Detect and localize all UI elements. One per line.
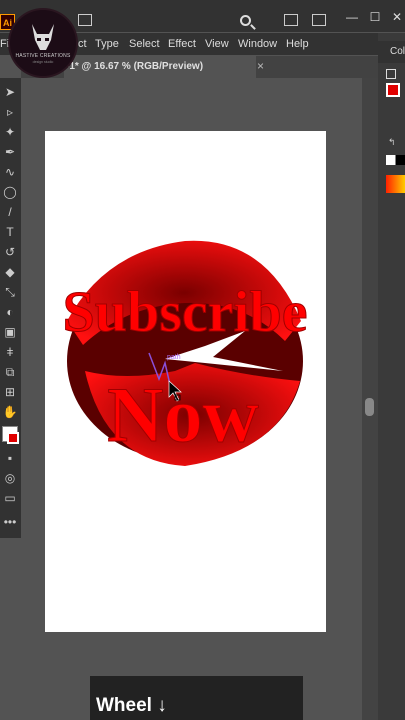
arrange-documents-icon[interactable] — [78, 14, 92, 26]
menu-view[interactable]: View — [205, 38, 229, 50]
menu-type[interactable]: Type — [95, 38, 119, 50]
more-tools-icon[interactable]: ••• — [2, 514, 18, 530]
panel-arrow-icon[interactable]: ↰ — [388, 137, 398, 147]
none-white-black-swatches[interactable] — [386, 155, 405, 165]
top-word: Subscribe — [63, 279, 308, 344]
channel-logo-badge: HASTIVE CREATIONS design studio — [10, 10, 76, 76]
type-tool-icon[interactable]: T — [2, 224, 18, 240]
rotate-tool-icon[interactable]: ↺ — [2, 244, 18, 260]
menu-object[interactable]: ct — [78, 38, 87, 50]
direct-selection-tool-icon[interactable]: ▹ — [2, 104, 18, 120]
color-mode-icon[interactable]: ▪ — [2, 450, 18, 466]
menu-help[interactable]: Help — [286, 38, 309, 50]
panel-icon[interactable] — [312, 14, 326, 26]
devil-mask-icon — [32, 24, 54, 50]
gradient-tool-icon[interactable]: ▣ — [2, 324, 18, 340]
vertical-scrollbar[interactable] — [362, 78, 378, 720]
bottom-word: Now — [107, 371, 259, 458]
selection-tool-icon[interactable]: ➤ — [2, 84, 18, 100]
color-panel-header[interactable]: Col — [378, 41, 405, 63]
menu-select[interactable]: Select — [129, 38, 160, 50]
curvature-tool-icon[interactable]: ∿ — [2, 164, 18, 180]
menu-window[interactable]: Window — [238, 38, 277, 50]
scrollbar-thumb[interactable] — [365, 398, 374, 416]
draw-mode-icon[interactable]: ◎ — [2, 470, 18, 486]
blend-tool-icon[interactable]: ⧉ — [2, 364, 18, 380]
eyedropper-tool-icon[interactable]: ǂ — [2, 344, 18, 360]
warped-text-artwork: Subscribe Now path — [62, 240, 308, 466]
workspace-icon[interactable] — [284, 14, 298, 26]
minimize-icon[interactable]: — — [345, 10, 359, 24]
brush-tool-icon[interactable]: / — [2, 204, 18, 220]
artboard-tool-icon[interactable]: ⊞ — [2, 384, 18, 400]
menu-effect[interactable]: Effect — [168, 38, 196, 50]
close-tab-icon[interactable]: × — [257, 59, 264, 73]
badge-tagline: design studio — [32, 60, 54, 64]
stroke-color-swatch[interactable] — [7, 432, 19, 444]
document-tab[interactable]: -1* @ 16.67 % (RGB/Preview) — [64, 56, 256, 78]
color-spectrum[interactable] — [386, 175, 405, 193]
close-window-icon[interactable]: ✕ — [390, 10, 404, 24]
tools-panel: ➤ ▹ ✦ ✒ ∿ ◯ / T ↺ ◆ ⤡ ◐ ▣ ǂ ⧉ ⊞ ✋ ⚲ ▪ ◎ … — [0, 78, 21, 538]
maximize-icon[interactable]: ☐ — [368, 10, 382, 24]
panel-fill-icon[interactable] — [386, 69, 396, 79]
magic-wand-tool-icon[interactable]: ✦ — [2, 124, 18, 140]
ellipse-tool-icon[interactable]: ◯ — [2, 184, 18, 200]
scale-tool-icon[interactable]: ⤡ — [2, 284, 18, 300]
warped-bottom-text: Now — [85, 363, 300, 466]
eraser-tool-icon[interactable]: ◆ — [2, 264, 18, 280]
caption-text: Wheel ↓ — [96, 695, 167, 716]
hand-tool-icon[interactable]: ✋ — [2, 404, 18, 420]
search-icon[interactable] — [240, 15, 251, 26]
path-hint-label: path — [167, 354, 181, 361]
badge-name: HASTIVE CREATIONS — [15, 53, 71, 59]
panel-stroke-swatch[interactable] — [386, 83, 400, 97]
warped-top-text: Subscribe — [62, 240, 308, 345]
pen-tool-icon[interactable]: ✒ — [2, 144, 18, 160]
video-caption: Wheel ↓ — [90, 676, 303, 720]
shape-builder-tool-icon[interactable]: ◐ — [2, 304, 18, 320]
artboard[interactable]: Subscribe Now path — [45, 131, 326, 632]
screen-mode-icon[interactable]: ▭ — [2, 490, 18, 506]
color-panel: Col ↰ — [378, 33, 405, 720]
